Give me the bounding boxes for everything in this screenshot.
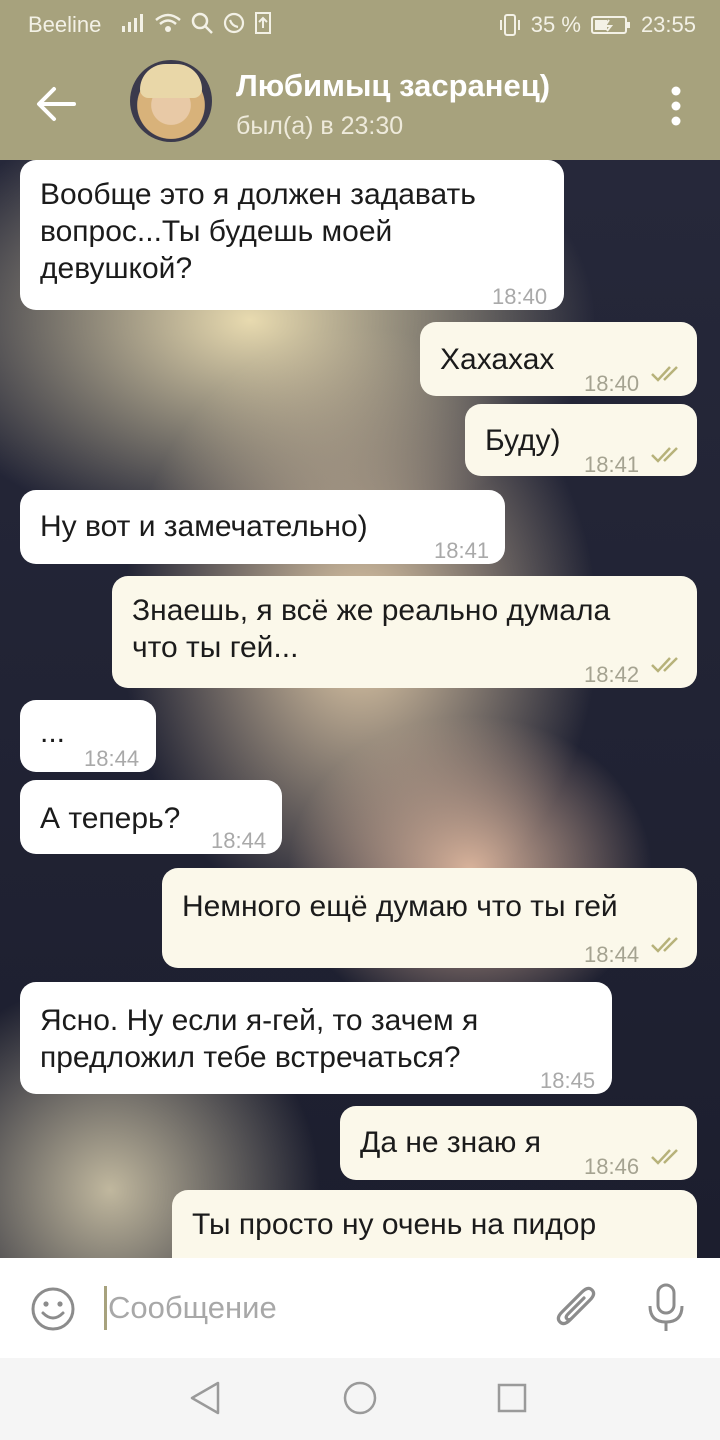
read-check-icon: [651, 657, 678, 673]
message-bubble[interactable]: Знаешь, я всё же реально думала что ты г…: [112, 576, 697, 688]
carrier-name: Beeline: [28, 12, 102, 37]
message-time: 18:40: [492, 284, 548, 309]
text-cursor: [104, 1286, 107, 1330]
message-bubble[interactable]: Ясно. Ну если я-гей, то зачем я предложи…: [20, 982, 612, 1094]
message-text: Немного ещё думаю что ты гей: [182, 890, 618, 923]
chat-area[interactable]: Вообще это я должен задавать вопрос...Ты…: [0, 160, 720, 1258]
message-time: 18:41: [434, 538, 490, 563]
message-text: Да не знаю я: [360, 1126, 542, 1159]
system-navigation-bar: [0, 1358, 720, 1440]
message-bubble[interactable]: Хахахах 18:40: [420, 322, 697, 396]
wifi-icon: [155, 13, 181, 32]
vibrate-icon: [499, 14, 520, 36]
message-text: А теперь?: [40, 802, 181, 835]
message-time: 18:44: [84, 746, 140, 771]
status-right: 35 % 23:55: [499, 12, 696, 38]
message-text: Вообще это я должен задавать вопрос...Ты…: [40, 178, 476, 285]
attach-icon[interactable]: [552, 1282, 600, 1334]
more-menu-icon[interactable]: [670, 86, 682, 126]
status-bar: Beeline 35 % 23:55: [0, 0, 720, 48]
clock: 23:55: [640, 12, 696, 37]
microphone-icon[interactable]: [646, 1282, 686, 1334]
read-check-icon: [651, 366, 678, 382]
message-input-bar: [0, 1258, 720, 1358]
message-text: Ты просто ну очень на пидор: [192, 1208, 597, 1241]
message-time: 18:42: [584, 662, 640, 687]
read-check-icon: [651, 1149, 678, 1165]
message-bubble[interactable]: ... 18:44: [20, 700, 156, 772]
nav-back-icon[interactable]: [188, 1380, 222, 1416]
back-arrow-icon[interactable]: [34, 82, 78, 126]
message-bubble[interactable]: Вообще это я должен задавать вопрос...Ты…: [20, 160, 564, 310]
nav-recent-apps-icon[interactable]: [496, 1382, 528, 1414]
search-status-icon: [191, 12, 213, 34]
message-bubble[interactable]: Немного ещё думаю что ты гей 18:44: [162, 868, 697, 968]
message-time: 18:46: [584, 1154, 640, 1179]
battery-icon: [590, 16, 630, 34]
battery-percent: 35 %: [530, 12, 581, 37]
nav-home-icon[interactable]: [342, 1380, 378, 1416]
message-text: Хахахах: [440, 343, 555, 376]
status-icons: [120, 11, 272, 35]
avatar[interactable]: [130, 60, 212, 142]
message-time: 18:45: [540, 1068, 596, 1093]
message-time: 18:44: [584, 942, 640, 967]
message-text: Ну вот и замечательно): [40, 510, 368, 543]
emoji-icon[interactable]: [30, 1286, 76, 1332]
message-bubble[interactable]: Да не знаю я 18:46: [340, 1106, 697, 1180]
message-text: Ясно. Ну если я-гей, то зачем я предложи…: [40, 1004, 479, 1074]
upload-icon: [255, 12, 271, 34]
message-bubble[interactable]: Буду) 18:41: [465, 404, 697, 477]
message-text: ...: [40, 716, 66, 749]
read-check-icon: [651, 447, 678, 463]
message-time: 18:44: [211, 828, 267, 853]
read-check-icon: [651, 937, 678, 953]
message-bubble[interactable]: А теперь? 18:44: [20, 780, 282, 854]
message-bubble[interactable]: Ну вот и замечательно) 18:41: [20, 490, 505, 564]
chat-title[interactable]: Любимыц засранец): [236, 68, 550, 104]
message-input[interactable]: [108, 1282, 528, 1334]
message-text: Знаешь, я всё же реально думала что ты г…: [132, 594, 611, 664]
signal-icon: [122, 14, 143, 32]
message-text: Буду): [485, 424, 561, 457]
whatsapp-icon: [223, 12, 245, 34]
chat-header: Любимыц засранец) был(а) в 23:30: [0, 48, 720, 160]
message-time: 18:41: [584, 452, 640, 477]
last-seen-status: был(а) в 23:30: [236, 112, 404, 140]
message-time: 18:40: [584, 371, 640, 396]
message-bubble[interactable]: Ты просто ну очень на пидор: [172, 1190, 697, 1258]
